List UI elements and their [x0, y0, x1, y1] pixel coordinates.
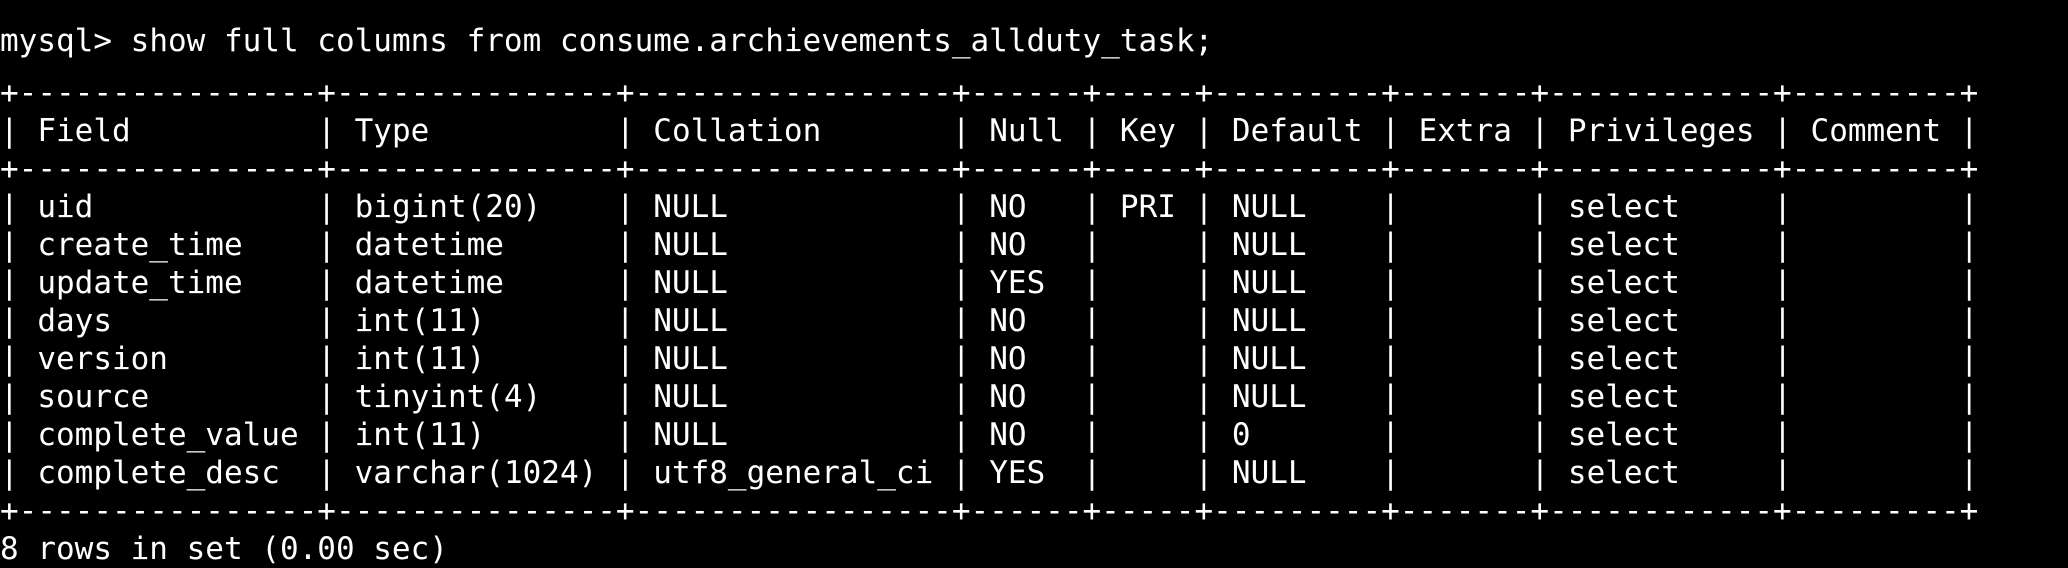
table-cell: int(11) [354, 341, 486, 377]
table-cell: NULL [653, 265, 728, 301]
table-cell: select [1567, 265, 1680, 301]
table-cell: NULL [1231, 303, 1307, 339]
table-cell: PRI [1119, 189, 1176, 225]
table-cell: days [37, 303, 112, 339]
table-row: | version | int(11) | NULL | NO | | NULL… [0, 341, 1979, 377]
table-cell: NULL [653, 227, 728, 263]
table-cell: YES [989, 455, 1046, 491]
command-text: show full columns from consume.archievem… [130, 23, 1214, 59]
table-row: | days | int(11) | NULL | NO | | NULL | … [0, 303, 1979, 339]
table-cell: NO [989, 303, 1027, 339]
column-header: Default [1231, 113, 1363, 149]
table-cell: complete_desc [37, 455, 280, 491]
table-cell: NULL [1231, 341, 1307, 377]
column-header: Privileges [1567, 113, 1755, 149]
table-cell: select [1567, 379, 1680, 415]
table-row: | source | tinyint(4) | NULL | NO | | NU… [0, 379, 1979, 415]
table-cell: int(11) [354, 417, 486, 453]
table-cell: datetime [354, 227, 504, 263]
command-line: mysql> show full columns from consume.ar… [0, 22, 2068, 60]
column-header: Type [354, 113, 430, 149]
table-header-row: | Field | Type | Collation | Null | Key … [0, 113, 1979, 149]
table-cell: NO [989, 189, 1027, 225]
column-header: Null [989, 113, 1064, 149]
table-cell: utf8_general_ci [653, 455, 934, 491]
table-cell: datetime [354, 265, 504, 301]
table-cell: 0 [1231, 417, 1251, 453]
table-cell: tinyint(4) [354, 379, 542, 415]
table-cell: create_time [37, 227, 243, 263]
table-cell: complete_value [37, 417, 299, 453]
table-cell: NO [989, 341, 1027, 377]
column-header: Field [37, 113, 131, 149]
table-cell: NULL [653, 189, 728, 225]
column-header: Key [1119, 113, 1176, 149]
mysql-prompt: mysql> [0, 23, 131, 59]
table-cell: NO [989, 379, 1027, 415]
table-cell: select [1567, 303, 1680, 339]
table-cell: select [1567, 341, 1680, 377]
table-cell: NULL [1231, 227, 1307, 263]
table-cell: select [1567, 417, 1680, 453]
table-cell: NULL [653, 341, 728, 377]
table-cell: YES [989, 265, 1046, 301]
table-cell: select [1567, 189, 1680, 225]
table-cell: select [1567, 227, 1680, 263]
column-header: Extra [1418, 113, 1512, 149]
table-cell: NULL [1231, 455, 1307, 491]
table-cell: NULL [653, 379, 728, 415]
column-header: Comment [1810, 113, 1942, 149]
table-row: | update_time | datetime | NULL | YES | … [0, 265, 1979, 301]
table-cell: select [1567, 455, 1680, 491]
table-cell: uid [37, 189, 94, 225]
table-cell: NULL [1231, 265, 1307, 301]
table-cell: NULL [1231, 379, 1307, 415]
table-border-bottom: +----------------+---------------+------… [0, 493, 1979, 529]
result-table: +----------------+---------------+------… [0, 74, 2068, 530]
table-cell: NO [989, 227, 1027, 263]
table-border-top: +----------------+---------------+------… [0, 75, 1979, 111]
table-cell: varchar(1024) [354, 455, 598, 491]
table-cell: int(11) [354, 303, 486, 339]
table-row: | create_time | datetime | NULL | NO | |… [0, 227, 1979, 263]
column-header: Collation [653, 113, 822, 149]
table-cell: bigint(20) [354, 189, 542, 225]
table-cell: version [37, 341, 168, 377]
table-row: | uid | bigint(20) | NULL | NO | PRI | N… [0, 189, 1979, 225]
table-row: | complete_value | int(11) | NULL | NO |… [0, 417, 1979, 453]
result-summary: 8 rows in set (0.00 sec) [0, 531, 448, 567]
table-cell: NULL [653, 417, 728, 453]
terminal-window[interactable]: mysql> show full columns from consume.ar… [0, 0, 2068, 568]
table-cell: update_time [37, 265, 243, 301]
table-cell: NULL [1231, 189, 1307, 225]
table-cell: NO [989, 417, 1027, 453]
table-border-header: +----------------+---------------+------… [0, 151, 1979, 187]
table-cell: source [37, 379, 150, 415]
table-cell: NULL [653, 303, 728, 339]
table-row: | complete_desc | varchar(1024) | utf8_g… [0, 455, 1979, 491]
